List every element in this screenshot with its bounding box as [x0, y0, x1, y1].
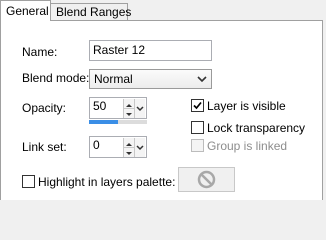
chevron-down-icon [136, 145, 144, 151]
link-set-value: 0 [93, 138, 100, 152]
blend-mode-value: Normal [94, 72, 133, 86]
chevron-down-icon [136, 106, 144, 112]
chevron-down-icon [197, 76, 207, 83]
tab-general[interactable]: General [0, 0, 51, 21]
group-linked-label: Group is linked [207, 139, 288, 153]
opacity-spin-buttons [123, 99, 134, 118]
checkmark-icon [193, 101, 202, 110]
link-set-label: Link set: [22, 140, 67, 154]
name-label: Name: [22, 45, 58, 59]
lock-transparency-label: Lock transparency [207, 121, 306, 135]
highlight-color-button[interactable] [178, 167, 235, 192]
arrow-down-icon [126, 113, 132, 116]
layer-visible-checkbox[interactable] [191, 99, 204, 112]
arrow-down-icon [126, 152, 132, 155]
link-set-decrement-button[interactable] [124, 147, 134, 156]
opacity-slider-fill [89, 120, 118, 124]
name-field[interactable]: Raster 12 [89, 40, 212, 61]
opacity-spinbox[interactable]: 50 [89, 97, 147, 119]
opacity-slider[interactable] [89, 120, 147, 124]
link-set-spin-buttons [123, 138, 134, 157]
opacity-value: 50 [93, 99, 107, 113]
highlight-checkbox[interactable] [22, 175, 35, 188]
tab-blend-ranges-label: Blend Ranges [56, 5, 132, 19]
opacity-decrement-button[interactable] [124, 108, 134, 117]
name-field-value: Raster 12 [93, 43, 146, 57]
group-linked-checkbox[interactable] [191, 139, 204, 152]
highlight-label: Highlight in layers palette: [38, 175, 176, 189]
blend-mode-label: Blend mode: [22, 71, 90, 85]
lock-transparency-checkbox[interactable] [191, 121, 204, 134]
blend-mode-select[interactable]: Normal [89, 69, 212, 89]
layer-visible-label: Layer is visible [207, 99, 286, 113]
link-set-dropdown-button[interactable] [134, 138, 145, 157]
opacity-dropdown-button[interactable] [134, 99, 145, 118]
link-set-spinbox[interactable]: 0 [89, 136, 147, 158]
no-symbol-icon [197, 170, 216, 189]
tab-blend-ranges[interactable]: Blend Ranges [50, 3, 132, 20]
opacity-label: Opacity: [22, 101, 67, 115]
tab-general-label: General [6, 4, 49, 18]
